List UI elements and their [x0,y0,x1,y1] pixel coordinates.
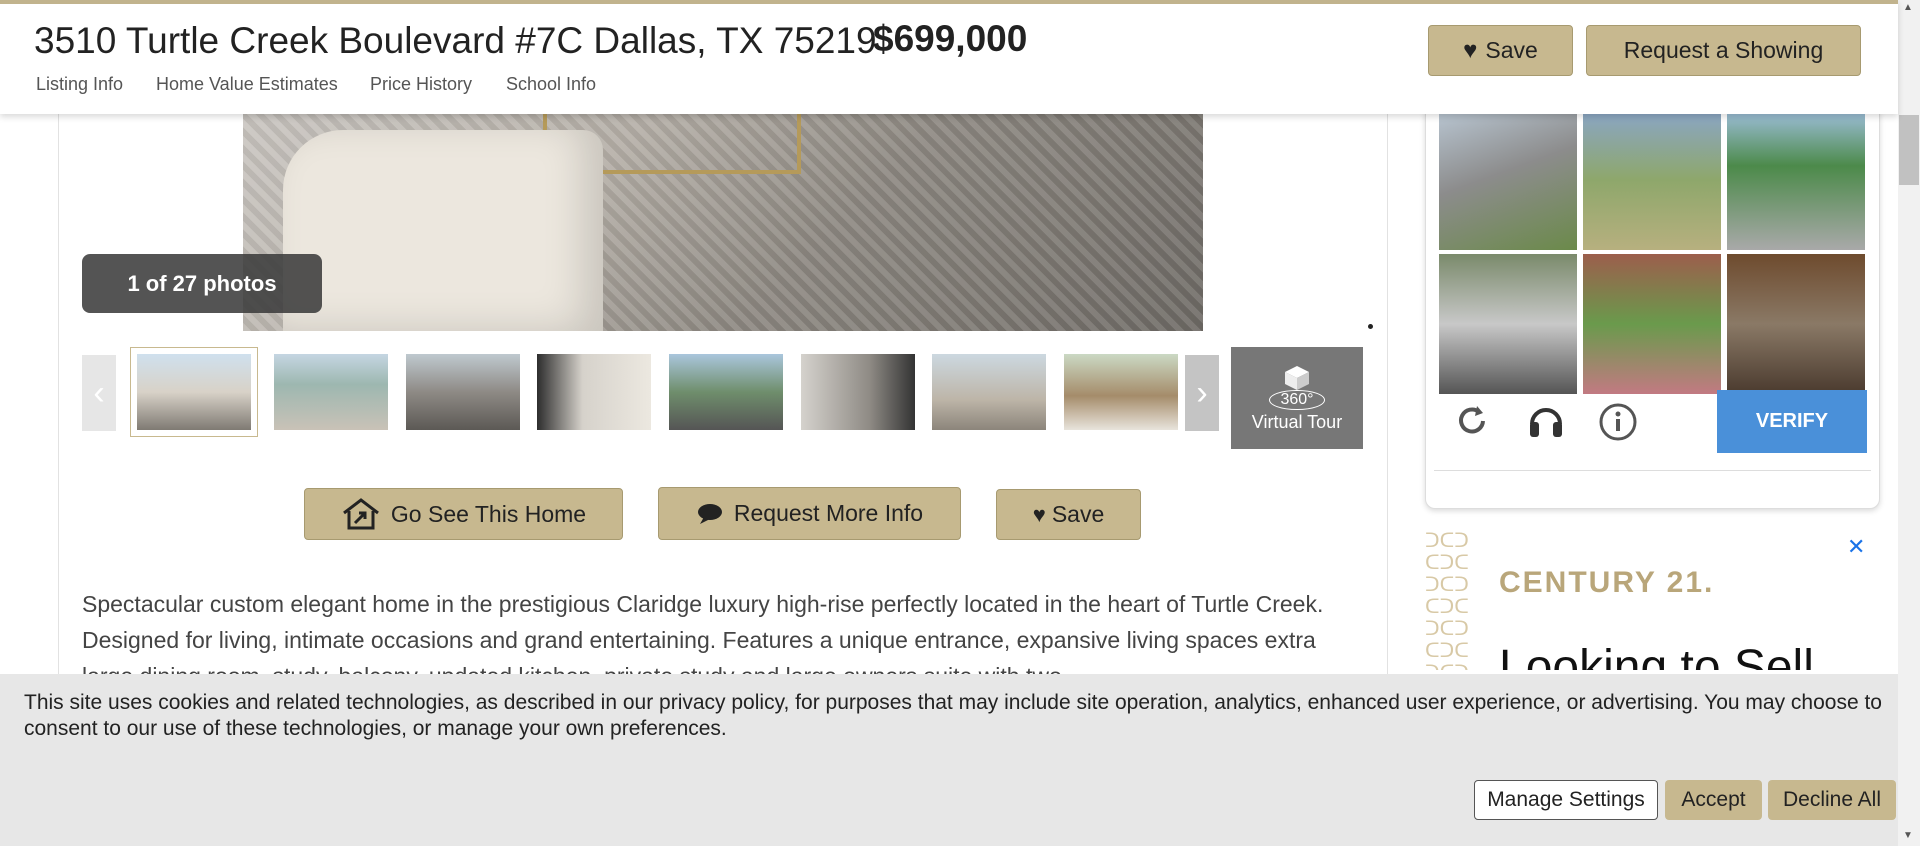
scroll-down-icon[interactable]: ▼ [1903,830,1913,841]
nav-school-info[interactable]: School Info [506,74,596,95]
request-more-info-label: Request More Info [733,500,924,526]
captcha-tile-4[interactable] [1439,254,1577,394]
thumbnail-next-arrow[interactable]: › [1185,355,1219,431]
verify-button[interactable]: VERIFY [1717,390,1867,453]
photo-count-badge: 1 of 27 photos [82,254,322,313]
ad-headline: Looking to Sell [1499,641,1814,670]
carousel-dot [1368,324,1373,329]
thumbnail-2[interactable] [274,354,388,430]
go-see-home-button[interactable]: Go See This Home [304,488,623,540]
go-see-home-label: Go See This Home [390,500,587,527]
cookie-banner-text: This site uses cookies and related techn… [24,691,1882,740]
hero-photo[interactable] [243,110,1203,331]
request-more-info-button[interactable]: Request More Info [658,487,961,540]
captcha-tile-2[interactable] [1583,110,1721,250]
nav-listing-info[interactable]: Listing Info [36,74,123,95]
thumbnail-3[interactable] [406,354,520,430]
captcha-tile-1[interactable] [1439,110,1577,250]
header-save-label: Save [1485,37,1538,63]
tour-label: Virtual Tour [1251,411,1343,432]
property-address: 3510 Turtle Creek Boulevard #7C Dallas, … [34,20,877,61]
ad-close-icon[interactable]: ✕ [1847,534,1865,560]
property-price: $699,000 [873,18,1028,59]
thumbnail-1[interactable] [130,347,258,437]
request-showing-button[interactable]: Request a Showing [1586,25,1861,76]
info-icon[interactable] [1598,402,1638,442]
reload-icon[interactable] [1453,402,1491,440]
thumbnail-7[interactable] [932,354,1046,430]
captcha-tile-5[interactable] [1583,254,1721,394]
scroll-up-icon[interactable]: ▲ [1903,2,1913,13]
tour-360-label: 360° [1269,389,1325,410]
accept-cookies-button[interactable]: Accept [1665,780,1762,820]
decline-all-cookies-button[interactable]: Decline All [1768,780,1896,820]
heart-icon: ♥ [1032,501,1046,527]
ad-brand-logo: CENTURY 21. [1499,566,1715,599]
thumbnail-prev-arrow[interactable]: ‹ [82,355,116,431]
virtual-tour-button[interactable]: 360° Virtual Tour [1231,347,1363,449]
headphones-icon[interactable] [1526,400,1566,440]
advertisement[interactable]: ᑐᑕᑐᑕᑐᑕᑐᑕᑐᑕᑐᑕᑐᑕᑐᑕᑐᑕᑐᑕᑐᑕᑐᑕ CENTURY 21. Loo… [1425,530,1874,670]
scrollbar-thumb[interactable] [1899,115,1919,185]
thumbnail-4[interactable] [537,354,651,430]
thumbnail-6[interactable] [801,354,915,430]
manage-settings-button[interactable]: Manage Settings [1474,780,1658,820]
captcha-panel: VERIFY [1425,110,1880,509]
cube-icon [1285,365,1309,390]
header-save-button[interactable]: ♥ Save [1428,25,1573,76]
nav-home-value-estimates[interactable]: Home Value Estimates [156,74,338,95]
captcha-tile-3[interactable] [1727,110,1865,250]
captcha-tile-6[interactable] [1727,254,1865,394]
cookie-banner: This site uses cookies and related techn… [0,674,1898,846]
nav-price-history[interactable]: Price History [370,74,472,95]
thumbnail-5[interactable] [669,354,783,430]
listing-header: 3510 Turtle Creek Boulevard #7C Dallas, … [0,0,1898,114]
ad-pattern: ᑐᑕᑐᑕᑐᑕᑐᑕᑐᑕᑐᑕᑐᑕᑐᑕᑐᑕᑐᑕᑐᑕᑐᑕ [1425,530,1469,670]
save-listing-button[interactable]: ♥ Save [996,489,1141,540]
heart-icon: ♥ [1463,36,1478,64]
house-arrow-icon [342,498,379,530]
thumbnail-8[interactable] [1064,354,1178,430]
save-listing-label: Save [1051,501,1105,527]
captcha-divider [1434,470,1871,471]
chat-bubble-icon [697,503,722,524]
